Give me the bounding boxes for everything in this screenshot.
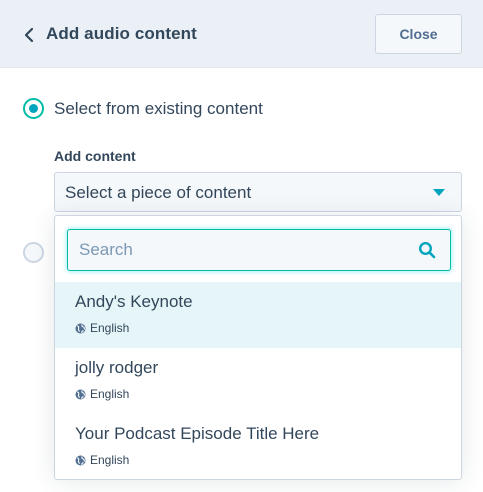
caret-down-icon (433, 189, 445, 196)
content-select[interactable]: Select a piece of content (54, 172, 462, 212)
radio-existing-content[interactable] (23, 98, 44, 119)
globe-icon (75, 323, 86, 334)
search-icon[interactable] (418, 241, 436, 259)
chevron-left-icon (22, 26, 38, 44)
option-language: English (75, 452, 129, 468)
globe-icon (75, 455, 86, 466)
search-input[interactable] (68, 230, 408, 269)
search-box[interactable] (67, 229, 451, 271)
content-dropdown: Andy's Keynote English jolly rodger Engl… (54, 215, 462, 480)
add-content-label: Add content (54, 148, 136, 164)
panel-title: Add audio content (46, 24, 197, 43)
radio-other-option[interactable] (23, 242, 44, 263)
option-language: English (75, 386, 129, 402)
option-title: Andy's Keynote (75, 292, 193, 311)
back-button[interactable] (22, 26, 38, 44)
dropdown-option[interactable]: Andy's Keynote English (55, 282, 461, 348)
dropdown-option[interactable]: Your Podcast Episode Title Here English (55, 414, 461, 479)
option-language-text: English (90, 453, 130, 467)
content-select-value: Select a piece of content (65, 183, 252, 202)
option-language-text: English (90, 321, 130, 335)
globe-icon (75, 389, 86, 400)
close-button[interactable]: Close (375, 14, 462, 54)
panel-header: Add audio content Close (0, 0, 483, 68)
option-title: jolly rodger (75, 358, 159, 377)
option-language: English (75, 320, 129, 336)
dropdown-option[interactable]: jolly rodger English (55, 348, 461, 414)
option-language-text: English (90, 387, 130, 401)
radio-existing-content-label[interactable]: Select from existing content (54, 99, 263, 119)
option-title: Your Podcast Episode Title Here (75, 424, 320, 443)
